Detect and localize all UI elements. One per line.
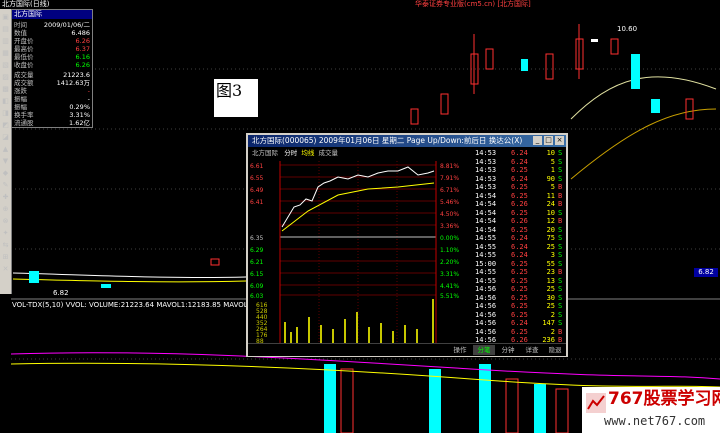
svg-text:6.03: 6.03 <box>250 293 264 300</box>
info-row: 最高价 6.37 <box>14 45 90 53</box>
chart-title: 北方国际(日线) <box>2 0 50 8</box>
svg-text:6.15: 6.15 <box>250 271 264 278</box>
info-row: 振幅 0.29% <box>14 103 90 111</box>
minimize-icon[interactable]: _ <box>533 136 542 145</box>
tool-icon[interactable]: ▩ <box>1 85 10 94</box>
tool-icon[interactable]: ◪ <box>1 133 10 142</box>
intraday-chart[interactable]: 北方国际 分时 均线 成交量 6.61 6.55 6.49 6.41 6.35 … <box>248 147 473 354</box>
watermark-brand: 767股票学习网 <box>608 389 720 409</box>
tool-icon[interactable]: ⊞ <box>1 253 10 262</box>
svg-text:5.46%: 5.46% <box>440 199 459 206</box>
tab-detail[interactable]: 详查 <box>521 345 543 355</box>
tool-icon[interactable]: ▣ <box>1 13 10 22</box>
popup-title: 北方国际(000065) 2009年01月06日 星期二 Page Up/Dow… <box>248 135 566 147</box>
svg-text:6.21: 6.21 <box>250 259 264 266</box>
info-panel: 北方国际 时间 2009/01/06/二 数值 6.486 开盘价 6.26 最高价 6… <box>11 9 93 128</box>
tab-ticks[interactable]: 分笔 <box>473 345 495 355</box>
svg-text:6.35: 6.35 <box>250 235 264 242</box>
tool-icon[interactable]: ✦ <box>1 229 10 238</box>
info-row: 涨跌 - <box>14 87 90 95</box>
info-row: 收盘价 6.26 <box>14 61 90 69</box>
info-row: 流通股 1.62亿 <box>14 119 90 127</box>
tab-hide[interactable]: 隐退 <box>545 345 565 355</box>
info-row: 振幅 - <box>14 95 90 103</box>
low-marker: 6.82 <box>53 289 69 297</box>
candle-up <box>210 258 220 266</box>
svg-text:7.91%: 7.91% <box>440 175 459 182</box>
tool-icon[interactable]: ▲ <box>1 145 10 154</box>
tool-icon[interactable]: ▧ <box>1 61 10 70</box>
tool-icon[interactable]: ▼ <box>1 157 10 166</box>
intraday-svg: 6.61 6.55 6.49 6.41 6.35 6.29 6.21 6.15 … <box>250 161 459 343</box>
svg-text:3.31%: 3.31% <box>440 271 459 278</box>
svg-text:4.50%: 4.50% <box>440 211 459 218</box>
svg-text:6.55: 6.55 <box>250 175 264 182</box>
price-badge: 6.82 <box>694 268 718 277</box>
tool-icon[interactable]: ⇆ <box>1 241 10 250</box>
tool-icon[interactable]: ▨ <box>1 73 10 82</box>
svg-text:6.41: 6.41 <box>250 199 264 206</box>
tab-operate[interactable]: 操作 <box>450 345 470 355</box>
tool-icon[interactable]: ✎ <box>1 181 10 190</box>
svg-text:1.10%: 1.10% <box>440 247 459 254</box>
info-row: 成交额 1412.63万 <box>14 79 90 87</box>
app-title: 华泰证券专业版(cm5.cn) [北方国际] <box>415 0 531 8</box>
info-row: 成交量 21223.6 <box>14 71 90 79</box>
tool-icon[interactable]: ✕ <box>1 265 10 274</box>
chart-logo-icon <box>586 393 606 413</box>
svg-text:2.20%: 2.20% <box>440 259 459 266</box>
tool-icon[interactable]: ▥ <box>1 37 10 46</box>
svg-text:6.71%: 6.71% <box>440 187 459 194</box>
info-row: 开盘价 6.26 <box>14 37 90 45</box>
svg-text:0.00%: 0.00% <box>440 235 459 242</box>
tab-minute[interactable]: 分钟 <box>497 345 519 355</box>
top-bar: 北方国际(日线) 华泰证券专业版(cm5.cn) [北方国际] <box>0 0 720 9</box>
tool-icon[interactable]: ◧ <box>1 97 10 106</box>
candle-down <box>29 271 39 283</box>
close-icon[interactable]: × <box>555 136 564 145</box>
svg-text:6.61: 6.61 <box>250 163 264 170</box>
tool-icon[interactable]: ▤ <box>1 25 10 34</box>
tool-icon[interactable]: ◨ <box>1 109 10 118</box>
intraday-popup[interactable]: 北方国际(000065) 2009年01月06日 星期二 Page Up/Dow… <box>246 133 568 357</box>
tool-icon[interactable]: ▦ <box>1 49 10 58</box>
svg-text:3.36%: 3.36% <box>440 223 459 230</box>
maximize-icon[interactable]: □ <box>544 136 553 145</box>
tool-icon[interactable]: ⊗ <box>1 217 10 226</box>
svg-text:8.81%: 8.81% <box>440 163 459 170</box>
svg-text:6.49: 6.49 <box>250 187 264 194</box>
popup-tabs: 操作 分笔 分钟 详查 隐退 <box>248 343 566 356</box>
tool-icon[interactable]: ◩ <box>1 121 10 130</box>
svg-text:4.41%: 4.41% <box>440 283 459 290</box>
svg-text:6.09: 6.09 <box>250 283 264 290</box>
info-row: 数值 6.486 <box>14 29 90 37</box>
info-row: 最低价 6.16 <box>14 53 90 61</box>
svg-text:6.29: 6.29 <box>250 247 264 254</box>
tick-list[interactable]: 14:53 6.24 10 S 14:53 6.24 5 S 14:53 6.25 1 S 14:53 6… <box>473 147 566 345</box>
figure-label: 图3 <box>214 79 258 117</box>
tool-icon[interactable]: ◆ <box>1 169 10 178</box>
watermark-url: www.net767.com <box>604 414 706 428</box>
watermark: 767股票学习网 www.net767.com <box>582 387 720 433</box>
tool-icon[interactable]: ✚ <box>1 193 10 202</box>
candle-down <box>101 284 111 288</box>
info-row: 时间 2009/01/06/二 <box>14 21 90 29</box>
high-marker: 10.60 <box>617 25 637 33</box>
svg-text:5.51%: 5.51% <box>440 293 459 300</box>
info-row: 换手率 3.31% <box>14 111 90 119</box>
info-panel-title: 北方国际 <box>12 10 92 19</box>
tool-icon[interactable]: ⊕ <box>1 205 10 214</box>
